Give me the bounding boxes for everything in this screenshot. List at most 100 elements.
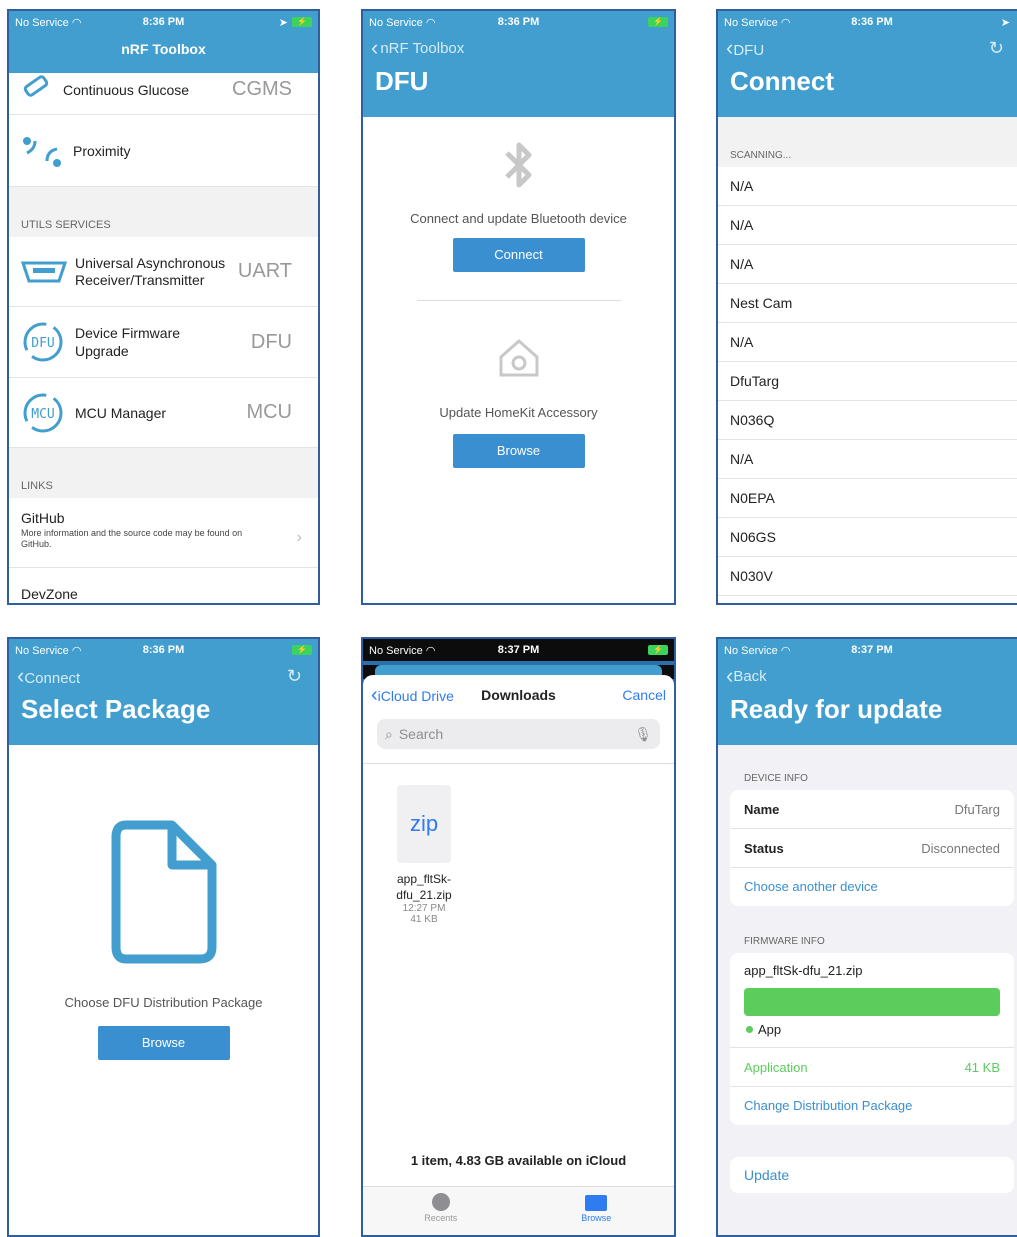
device-row[interactable]: N/A bbox=[718, 323, 1017, 362]
device-row[interactable]: Nest Cam bbox=[718, 284, 1017, 323]
device-name: N/A bbox=[730, 217, 754, 233]
back-button[interactable]: ‹ nRF Toolbox bbox=[363, 33, 674, 63]
service-row-mcu[interactable]: MCU MCU Manager MCU bbox=[9, 378, 318, 448]
back-button[interactable]: ‹iCloud Drive bbox=[371, 684, 454, 707]
device-name: DfuTarg bbox=[730, 373, 780, 389]
home-icon bbox=[363, 335, 674, 379]
file-size: 41 KB bbox=[410, 914, 438, 925]
back-button[interactable]: ‹ Back bbox=[718, 661, 1017, 691]
device-row[interactable]: N/A bbox=[718, 245, 1017, 284]
microphone-icon[interactable]: 🎙 bbox=[634, 726, 652, 743]
search-placeholder: Search bbox=[398, 726, 444, 742]
device-row[interactable]: N06GS bbox=[718, 518, 1017, 557]
uart-icon bbox=[21, 260, 75, 284]
divider bbox=[416, 300, 621, 301]
device-name-label: Name bbox=[744, 801, 780, 817]
connect-description: Connect and update Bluetooth device bbox=[410, 211, 627, 226]
service-row-proximity[interactable]: Proximity bbox=[9, 115, 318, 187]
screen-connect: No Service ◠ 8:36 PM ➤ ‹DFU ↻ Connect SC… bbox=[716, 9, 1017, 605]
application-size: 41 KB bbox=[964, 1059, 1000, 1075]
device-status-row: Status Disconnected bbox=[730, 829, 1014, 868]
device-name: N036Q bbox=[730, 412, 775, 428]
back-label: Back bbox=[733, 667, 767, 685]
status-time: 8:36 PM bbox=[851, 16, 893, 28]
page-title: DFU bbox=[375, 66, 429, 96]
cancel-button[interactable]: Cancel bbox=[622, 687, 666, 703]
section-header-firmware-info: FIRMWARE INFO bbox=[744, 936, 825, 947]
device-name-value: DfuTarg bbox=[954, 801, 1000, 817]
section-header-scanning: SCANNING... bbox=[718, 117, 1017, 167]
status-time: 8:37 PM bbox=[497, 644, 540, 656]
service-row-cgms[interactable]: Continuous Glucose CGMS bbox=[9, 65, 318, 115]
service-abbr: UART bbox=[237, 260, 292, 282]
browse-button[interactable]: Browse bbox=[97, 1026, 230, 1060]
chevron-left-icon: ‹ bbox=[371, 683, 378, 706]
device-name: N/A bbox=[730, 178, 754, 194]
chevron-left-icon: ‹ bbox=[371, 35, 379, 60]
back-button[interactable]: ‹DFU bbox=[726, 35, 764, 61]
service-row-dfu[interactable]: DFU Device Firmware Upgrade DFU bbox=[9, 307, 318, 378]
device-name: N/A bbox=[730, 256, 754, 272]
link-row-github[interactable]: GitHub More information and the source c… bbox=[9, 498, 318, 568]
back-button[interactable]: ‹Connect bbox=[17, 663, 80, 689]
status-time: 8:36 PM bbox=[497, 16, 540, 28]
device-row[interactable]: DfuTarg bbox=[718, 362, 1017, 401]
chevron-left-icon: ‹ bbox=[726, 663, 734, 688]
search-field[interactable]: ⌕ Search 🎙 bbox=[377, 719, 660, 749]
device-row[interactable]: N0EPA bbox=[718, 479, 1017, 518]
search-icon: ⌕ bbox=[385, 725, 393, 742]
status-bar: No Service ◠ 8:36 PM ⚡ bbox=[9, 639, 318, 661]
refresh-icon[interactable]: ↻ bbox=[989, 38, 1004, 59]
tab-browse[interactable]: Browse bbox=[519, 1187, 675, 1235]
device-name: N030V bbox=[730, 568, 773, 584]
device-name: N06GS bbox=[730, 529, 776, 545]
device-name-row: Name DfuTarg bbox=[730, 790, 1014, 829]
link-row-devzone[interactable]: DevZone bbox=[9, 568, 318, 603]
refresh-icon[interactable]: ↻ bbox=[287, 666, 302, 687]
device-row[interactable]: N030V bbox=[718, 557, 1017, 596]
device-row[interactable]: N036Q bbox=[718, 401, 1017, 440]
update-button[interactable]: Update bbox=[730, 1157, 1014, 1193]
bluetooth-icon bbox=[363, 137, 674, 193]
page-title: Ready for update bbox=[730, 694, 943, 724]
glucose-icon bbox=[21, 74, 63, 105]
connect-button[interactable]: Connect bbox=[452, 238, 585, 272]
page-title: Connect bbox=[730, 66, 834, 96]
page-title: Select Package bbox=[21, 694, 211, 724]
service-row-uart[interactable]: Universal Asynchronous Receiver/Transmit… bbox=[9, 237, 318, 307]
file-name: app_fltSk-dfu_21.zip bbox=[396, 872, 452, 902]
screen-dfu: No Service ◠ 8:36 PM ⚡ ‹ nRF Toolbox DFU … bbox=[361, 9, 676, 605]
device-row[interactable]: N/A bbox=[718, 440, 1017, 479]
choose-package-text: Choose DFU Distribution Package bbox=[64, 995, 263, 1010]
screen-ready-for-update: No Service ◠ 8:37 PM ‹ Back Ready for upd… bbox=[716, 637, 1017, 1237]
service-label: Device Firmware Upgrade bbox=[75, 325, 181, 359]
device-row[interactable]: N/A bbox=[718, 206, 1017, 245]
package-row: app_fltSk-dfu_21.zip App bbox=[730, 953, 1014, 1048]
service-abbr: DFU bbox=[250, 330, 292, 353]
screen-file-picker: No Service ◠ 8:37 PM ⚡ ‹iCloud Drive Dow… bbox=[361, 637, 676, 1237]
status-bar: No Service ◠ 8:37 PM ⚡ bbox=[363, 639, 674, 661]
choose-another-device-button[interactable]: Choose another device bbox=[730, 868, 1014, 906]
back-label: DFU bbox=[733, 42, 765, 59]
back-label: nRF Toolbox bbox=[380, 39, 465, 57]
tab-recents[interactable]: Recents bbox=[363, 1187, 519, 1235]
section-header-links: LINKS bbox=[9, 448, 318, 498]
back-label: iCloud Drive bbox=[377, 687, 454, 704]
proximity-icon bbox=[21, 133, 73, 169]
service-abbr: MCU bbox=[246, 401, 292, 423]
change-package-button[interactable]: Change Distribution Package bbox=[730, 1087, 1014, 1125]
device-name: N/A bbox=[730, 334, 754, 350]
file-item[interactable]: zip app_fltSk-dfu_21.zip 12:27 PM 41 KB bbox=[389, 785, 459, 925]
status-bar: No Service ◠ 8:36 PM ⚡ bbox=[363, 11, 674, 33]
status-bar: No Service ◠ 8:36 PM ➤ ⚡ bbox=[9, 11, 318, 33]
dfu-icon: DFU bbox=[21, 320, 75, 364]
service-abbr: CGMS bbox=[232, 78, 292, 100]
device-row[interactable]: N/A bbox=[718, 167, 1017, 206]
folder-icon bbox=[585, 1195, 608, 1211]
browse-button[interactable]: Browse bbox=[452, 434, 585, 468]
application-label: Application bbox=[744, 1059, 808, 1075]
legend-dot bbox=[746, 1026, 753, 1033]
status-time: 8:36 PM bbox=[142, 644, 185, 656]
status-time: 8:37 PM bbox=[851, 644, 893, 656]
legend-label: App bbox=[758, 1022, 782, 1037]
